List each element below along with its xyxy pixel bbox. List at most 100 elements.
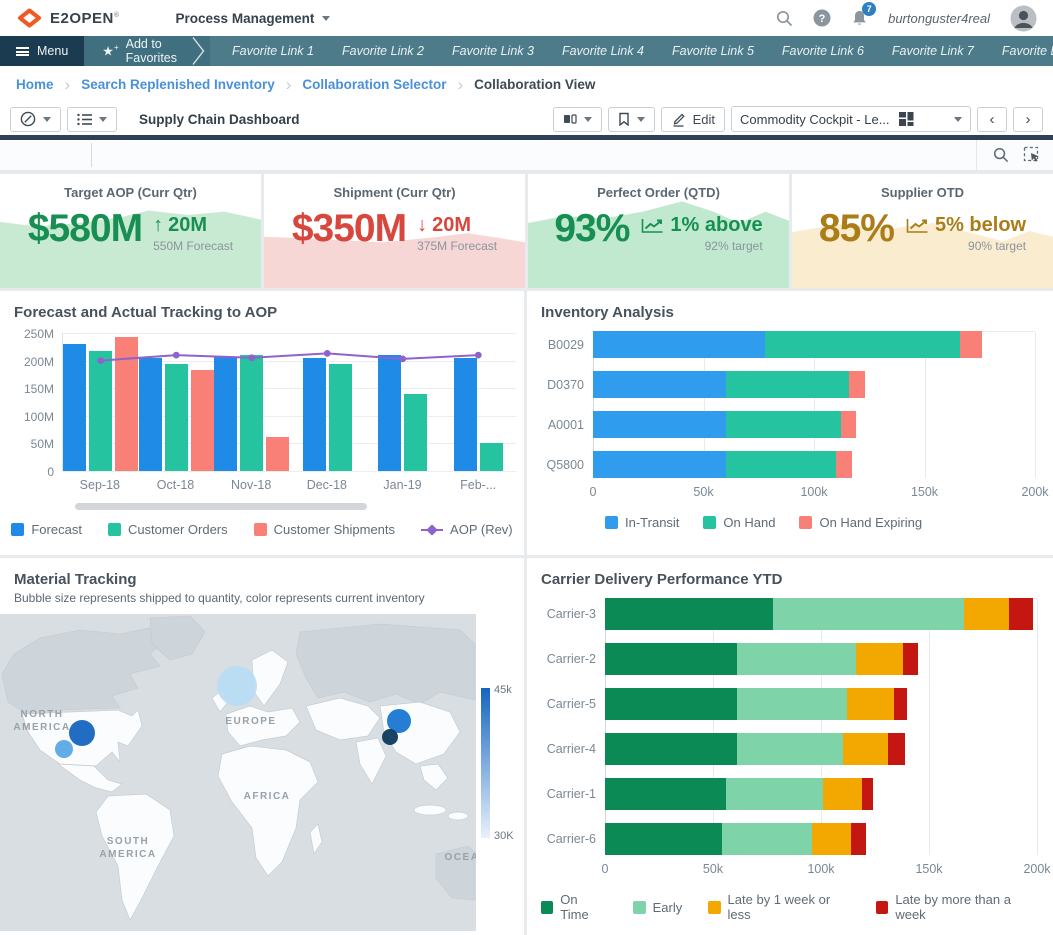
legend-item[interactable]: Early <box>633 900 683 915</box>
breadcrumb-item[interactable]: Home <box>16 77 54 92</box>
favorite-link[interactable]: Favorite Link 4 <box>548 44 658 58</box>
legend-item[interactable]: AOP (Rev) <box>421 522 513 537</box>
legend-label: On Hand Expiring <box>819 515 922 530</box>
chart-search-icon[interactable] <box>993 147 1009 163</box>
map-bubble <box>55 740 73 758</box>
kpi-value: $350M <box>292 209 406 250</box>
add-to-favorites-button[interactable]: ★+ Add to Favorites <box>84 36 191 66</box>
favorite-link[interactable]: Favorite Link 2 <box>328 44 438 58</box>
bar-group <box>441 333 517 471</box>
kpi-title: Shipment (Curr Qtr) <box>264 185 525 200</box>
chart-title: Material Tracking <box>0 558 524 588</box>
kpi-main: $580M↑20M550M Forecast <box>0 209 261 253</box>
trend-line-icon <box>905 217 930 235</box>
legend-item[interactable]: On Hand <box>703 515 775 530</box>
legend-label: Customer Orders <box>128 522 228 537</box>
bar-segment-late-by-1-week-or-less <box>856 643 904 675</box>
row-label: Carrier-4 <box>541 742 605 756</box>
help-icon[interactable]: ? <box>813 9 831 27</box>
legend-item[interactable]: Customer Orders <box>108 522 228 537</box>
menu-button[interactable]: Menu <box>0 36 84 66</box>
legend-label: On Hand <box>723 515 775 530</box>
legend-item[interactable]: In-Transit <box>605 515 679 530</box>
bar-segment-on-hand-expiring <box>960 331 982 358</box>
x-axis-labels: 050k100k150k200k <box>593 485 1035 503</box>
favorite-link[interactable]: Favorite Link 7 <box>878 44 988 58</box>
bookmark-dropdown-button[interactable] <box>608 107 655 132</box>
x-axis-tick-label: 150k <box>915 862 942 876</box>
chart-scrollbar[interactable] <box>75 503 367 510</box>
favorite-link[interactable]: Favorite Link 1 <box>218 44 328 58</box>
legend-item[interactable]: Late by more than a week <box>876 892 1037 922</box>
table-row: A0001 <box>541 411 1035 438</box>
inventory-chart-card: Inventory Analysis B0029D0370A0001Q58000… <box>527 291 1053 555</box>
x-axis-tick-label: 200k <box>1021 485 1048 499</box>
favorite-link[interactable]: Favorite Link 6 <box>768 44 878 58</box>
legend-item[interactable]: On Hand Expiring <box>799 515 922 530</box>
bar-forecast <box>139 358 162 471</box>
breadcrumb-item[interactable]: Collaboration Selector <box>302 77 446 92</box>
stacked-bar <box>605 598 1037 630</box>
bar-segment-on-time <box>605 778 726 810</box>
edit-button[interactable]: Edit <box>661 107 725 132</box>
view-mode-dropdown-button[interactable] <box>553 107 602 132</box>
legend-item[interactable]: Late by 1 week or less <box>708 892 850 922</box>
table-row: D0370 <box>541 371 1035 398</box>
favorite-link[interactable]: Favorite Link 3 <box>438 44 548 58</box>
y-axis-tick-label: 100M <box>12 410 54 424</box>
material-tracking-card: Material Tracking Bubble size represents… <box>0 558 524 935</box>
favorite-link[interactable]: Favorite Link 8 <box>988 44 1053 58</box>
divider <box>91 143 92 167</box>
arrow-up-icon: ↑ <box>153 214 163 237</box>
kpi-delta: ↑20M <box>153 214 207 237</box>
next-button[interactable]: › <box>1013 107 1043 132</box>
bar-segment-early <box>722 823 813 855</box>
y-axis-tick-label: 250M <box>12 327 54 341</box>
bar-segment-late-by-more-than-a-week <box>888 733 905 765</box>
bar-segment-late-by-1-week-or-less <box>964 598 1009 630</box>
map-region-label: AMERICA <box>99 849 156 860</box>
favorite-link[interactable]: Favorite Link 5 <box>658 44 768 58</box>
compass-icon <box>20 111 36 127</box>
inventory-legend: In-Transit On Hand On Hand Expiring <box>605 515 1035 530</box>
compass-dropdown-button[interactable] <box>10 107 61 132</box>
y-axis-tick-label: 200M <box>12 355 54 369</box>
stacked-bar <box>593 331 1035 358</box>
row-label: D0370 <box>541 378 593 392</box>
pencil-icon <box>671 112 686 127</box>
breadcrumb-item[interactable]: Search Replenished Inventory <box>81 77 275 92</box>
top-header: E2OPEN® Process Management ? 7 burtongus… <box>0 0 1053 36</box>
x-axis-tick-label: Dec-18 <box>289 478 365 492</box>
list-dropdown-button[interactable] <box>67 107 117 132</box>
brand-logo[interactable]: E2OPEN® <box>16 7 120 29</box>
bookmark-icon <box>618 112 630 126</box>
avatar[interactable] <box>1010 5 1037 32</box>
legend-item[interactable]: Customer Shipments <box>254 522 395 537</box>
view-selector-dropdown[interactable]: Commodity Cockpit - Le... <box>731 106 971 132</box>
app-selector[interactable]: Process Management <box>176 11 331 26</box>
legend-item[interactable]: On Time <box>541 892 607 922</box>
marquee-select-icon[interactable] <box>1023 146 1041 164</box>
notifications-bell-icon[interactable]: 7 <box>851 9 868 27</box>
bar-forecast <box>454 358 477 471</box>
previous-button[interactable]: ‹ <box>977 107 1007 132</box>
forecast-chart: 250M200M150M100M50M0Sep-18Oct-18Nov-18De… <box>12 333 516 492</box>
chevron-down-icon <box>322 16 330 21</box>
x-axis-tick-label: 150k <box>911 485 938 499</box>
stacked-bar <box>605 778 1037 810</box>
bar-groups <box>63 333 516 471</box>
bar-segment-on-time <box>605 688 737 720</box>
legend-item[interactable]: Forecast <box>11 522 82 537</box>
bar-segment-early <box>726 778 823 810</box>
edit-label: Edit <box>693 112 715 127</box>
star-plus-icon: ★+ <box>102 44 118 57</box>
bar-segment-late-by-more-than-a-week <box>862 778 873 810</box>
world-map: NORTHAMERICAEUROPEAFRICASOUTHAMERICAOCEA… <box>0 614 524 935</box>
search-icon[interactable] <box>776 10 793 27</box>
username[interactable]: burtonguster4real <box>888 11 990 26</box>
forecast-legend: Forecast Customer Orders Customer Shipment… <box>0 522 524 537</box>
svg-text:?: ? <box>819 13 826 25</box>
legend-swatch <box>11 523 24 536</box>
gridline <box>605 599 606 855</box>
x-axis-tick-label: 200k <box>1023 862 1050 876</box>
